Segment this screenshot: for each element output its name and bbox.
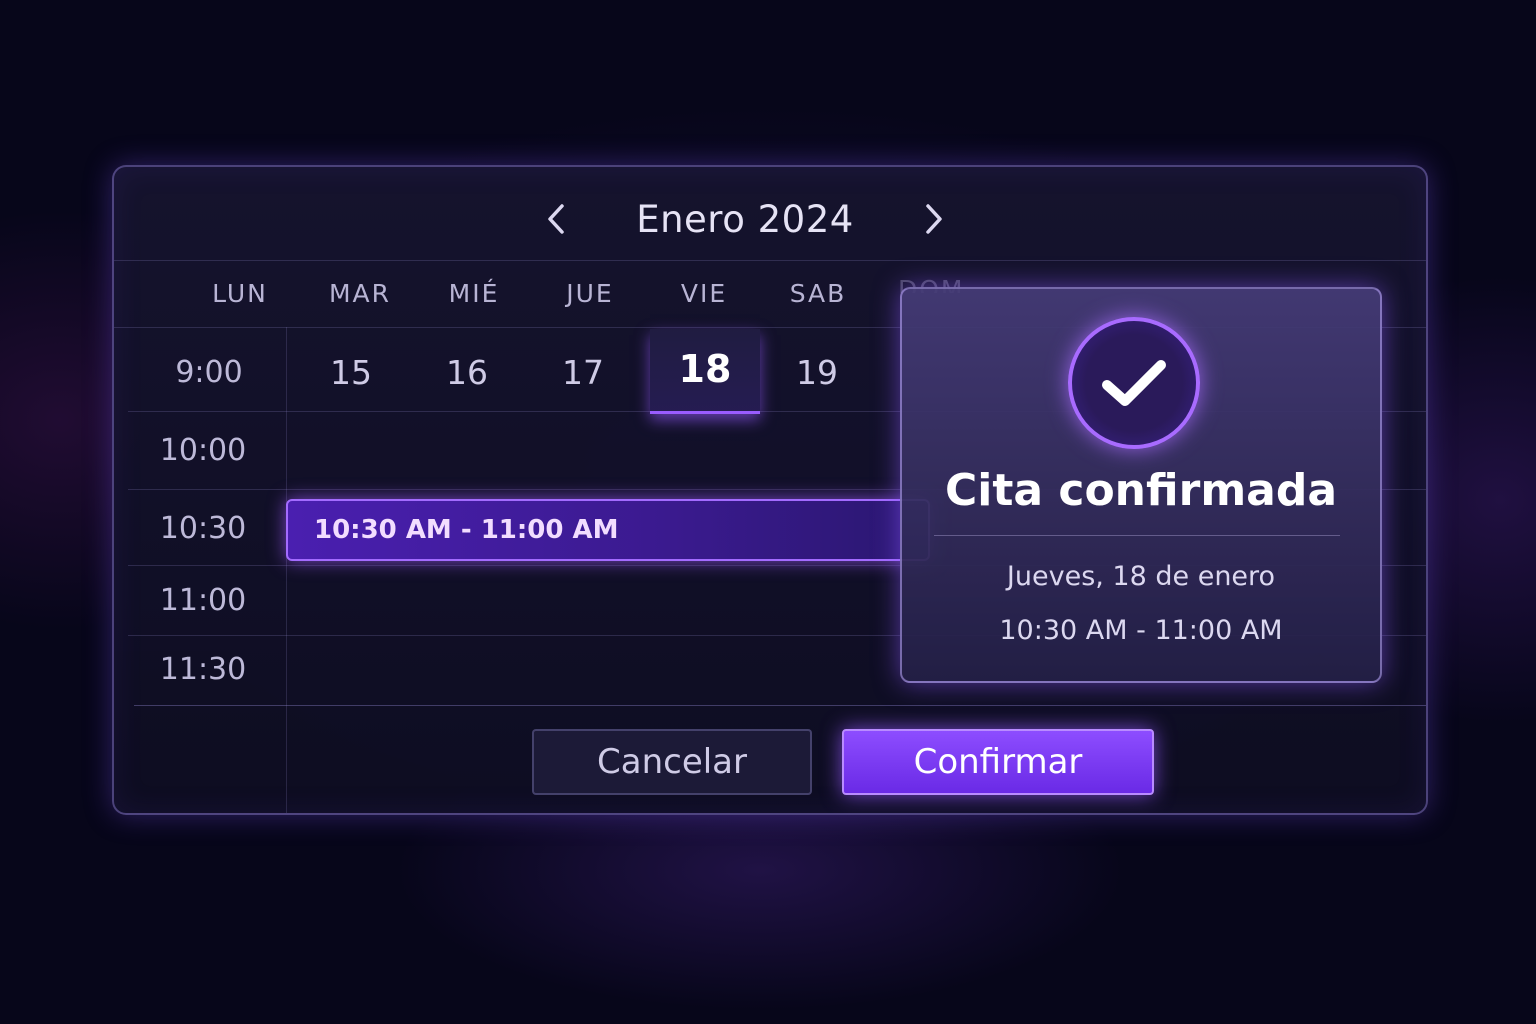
confirmation-time: 10:30 AM - 11:00 AM <box>999 615 1283 646</box>
selected-day-number: 18 <box>678 347 732 391</box>
month-title: Enero 2024 <box>636 197 854 241</box>
weekday-lun: LUN <box>212 279 268 308</box>
cancel-button[interactable]: Cancelar <box>532 729 812 795</box>
day-17[interactable]: 17 <box>528 353 638 392</box>
confirmation-date: Jueves, 18 de enero <box>1006 561 1276 592</box>
weekday-jue: JUE <box>566 279 614 308</box>
time-label-10-30: 10:30 <box>159 511 247 546</box>
event-time-label: 10:30 AM - 11:00 AM <box>314 515 619 545</box>
month-navigation: Enero 2024 <box>114 191 1426 247</box>
confirmation-card: Cita confirmada Jueves, 18 de enero 10:3… <box>900 287 1382 683</box>
day-16[interactable]: 16 <box>412 353 522 392</box>
scene-background: Enero 2024 LUN MAR MIÉ JUE VIE SAB DOM 9… <box>0 0 1536 1024</box>
confirmation-divider <box>934 535 1340 536</box>
day-19[interactable]: 19 <box>762 353 872 392</box>
time-column-divider <box>286 327 287 813</box>
time-label-9-00: 9:00 <box>175 355 243 390</box>
footer-divider <box>134 705 1426 706</box>
confirmation-title: Cita confirmada <box>944 465 1338 516</box>
chevron-right-icon[interactable] <box>914 199 954 239</box>
day-18-selected[interactable]: 18 <box>650 329 760 414</box>
weekday-vie: VIE <box>680 279 728 308</box>
check-circle-icon <box>1068 317 1200 449</box>
weekday-sab: SAB <box>789 279 847 308</box>
time-label-10-00: 10:00 <box>159 433 247 468</box>
confirm-button[interactable]: Confirmar <box>842 729 1154 795</box>
header-divider <box>114 260 1426 261</box>
time-label-11-00: 11:00 <box>159 583 247 618</box>
time-label-11-30: 11:30 <box>159 652 247 687</box>
chevron-left-icon[interactable] <box>536 199 576 239</box>
weekday-mar: MAR <box>328 279 392 308</box>
day-15[interactable]: 15 <box>296 353 406 392</box>
weekday-mie: MIÉ <box>448 279 500 308</box>
appointment-event[interactable]: 10:30 AM - 11:00 AM <box>286 499 930 561</box>
